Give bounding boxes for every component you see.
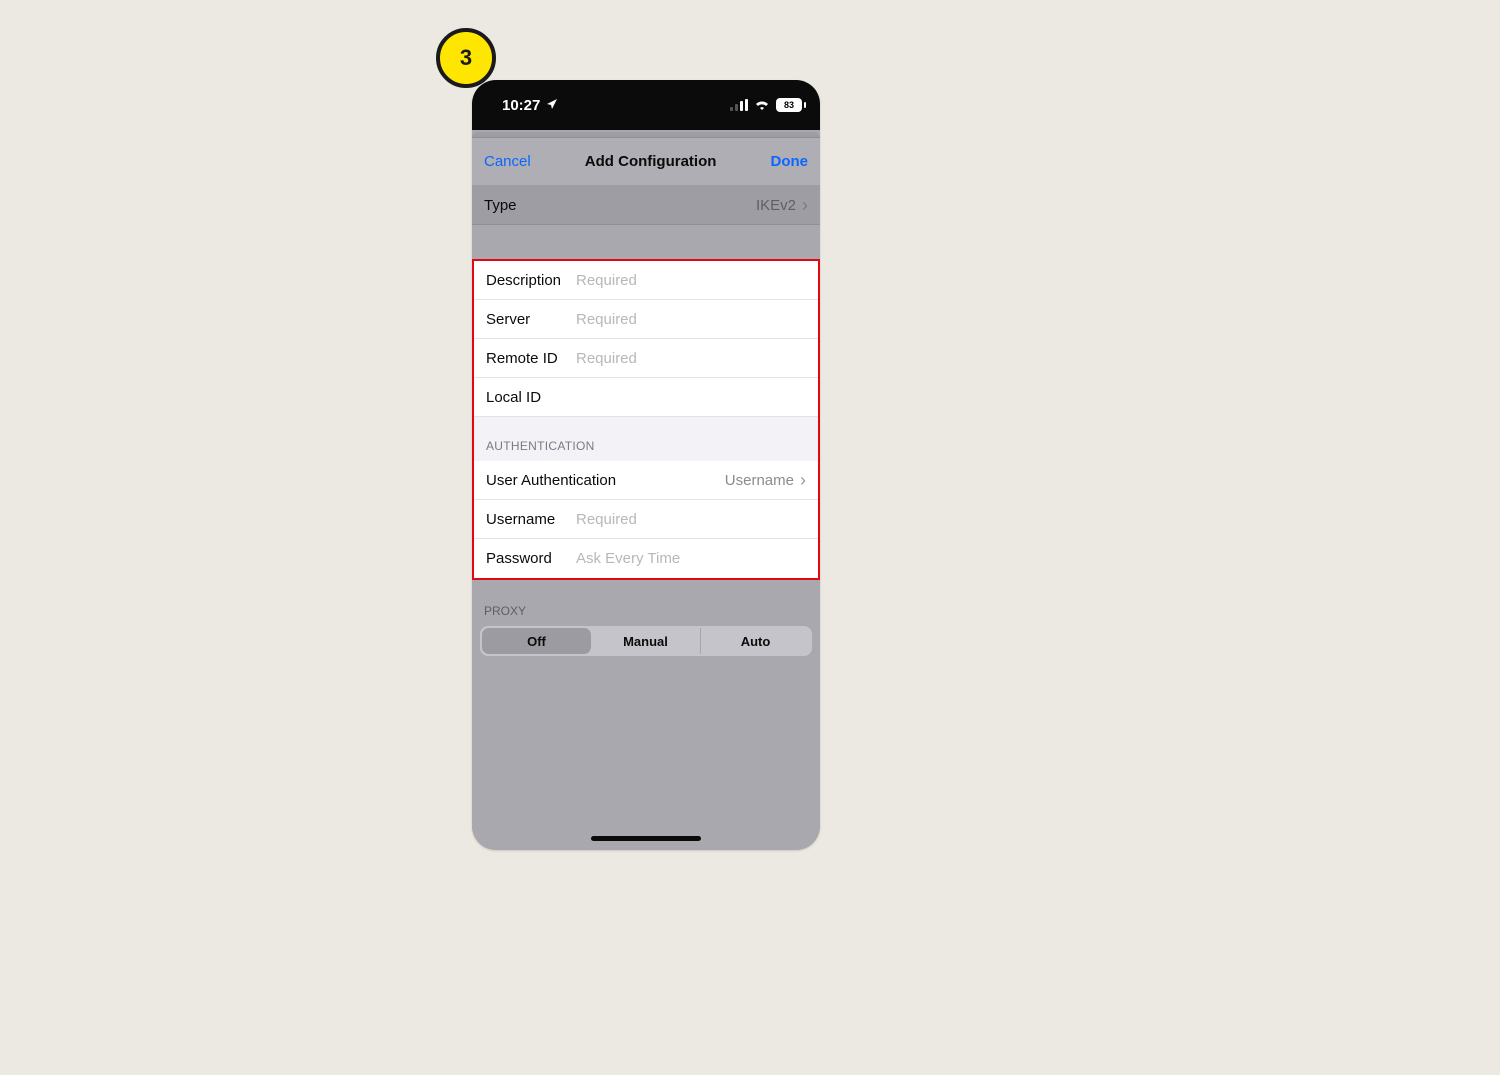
modal-title: Add Configuration	[585, 153, 717, 170]
server-input[interactable]: Required	[576, 311, 806, 328]
cancel-button[interactable]: Cancel	[484, 153, 531, 170]
cellular-icon	[730, 99, 748, 111]
proxy-option-manual[interactable]: Manual	[591, 628, 701, 654]
type-value: IKEv2	[756, 197, 796, 214]
password-input[interactable]: Ask Every Time	[576, 550, 806, 567]
home-indicator	[472, 826, 820, 850]
remote-id-row[interactable]: Remote ID Required	[474, 339, 818, 378]
status-time: 10:27	[502, 97, 540, 114]
proxy-segmented-control[interactable]: Off Manual Auto	[480, 626, 812, 656]
server-label: Server	[486, 311, 576, 328]
modal-nav-bar: Cancel Add Configuration Done	[472, 138, 820, 186]
type-label: Type	[484, 197, 517, 214]
highlighted-config-area: Description Required Server Required Rem…	[472, 259, 820, 580]
username-input[interactable]: Required	[576, 511, 806, 528]
step-number: 3	[460, 45, 472, 71]
username-label: Username	[486, 511, 576, 528]
proxy-option-auto[interactable]: Auto	[701, 628, 810, 654]
user-auth-label: User Authentication	[486, 472, 616, 489]
proxy-section-header: PROXY	[472, 580, 820, 626]
password-row[interactable]: Password Ask Every Time	[474, 539, 818, 578]
server-row[interactable]: Server Required	[474, 300, 818, 339]
description-label: Description	[486, 272, 576, 289]
location-icon	[546, 97, 558, 114]
remote-id-input[interactable]: Required	[576, 350, 806, 367]
phone-frame: 10:27 83 Cancel Add Configuration Done	[472, 80, 820, 850]
done-button[interactable]: Done	[771, 153, 809, 170]
battery-icon: 83	[776, 98, 806, 112]
username-row[interactable]: Username Required	[474, 500, 818, 539]
empty-area	[472, 656, 820, 826]
remote-id-label: Remote ID	[486, 350, 576, 367]
user-auth-value: Username	[725, 472, 794, 489]
local-id-label: Local ID	[486, 389, 576, 406]
type-row[interactable]: Type IKEv2 ›	[472, 186, 820, 225]
authentication-section-header: AUTHENTICATION	[474, 417, 818, 461]
step-badge: 3	[436, 28, 496, 88]
status-bar: 10:27 83	[472, 80, 820, 130]
chevron-right-icon: ›	[800, 471, 806, 489]
user-auth-row[interactable]: User Authentication Username ›	[474, 461, 818, 500]
chevron-right-icon: ›	[802, 196, 808, 214]
wifi-icon	[754, 97, 770, 114]
proxy-option-off[interactable]: Off	[482, 628, 591, 654]
description-row[interactable]: Description Required	[474, 261, 818, 300]
local-id-row[interactable]: Local ID	[474, 378, 818, 417]
password-label: Password	[486, 550, 576, 567]
description-input[interactable]: Required	[576, 272, 806, 289]
section-gap	[472, 225, 820, 259]
